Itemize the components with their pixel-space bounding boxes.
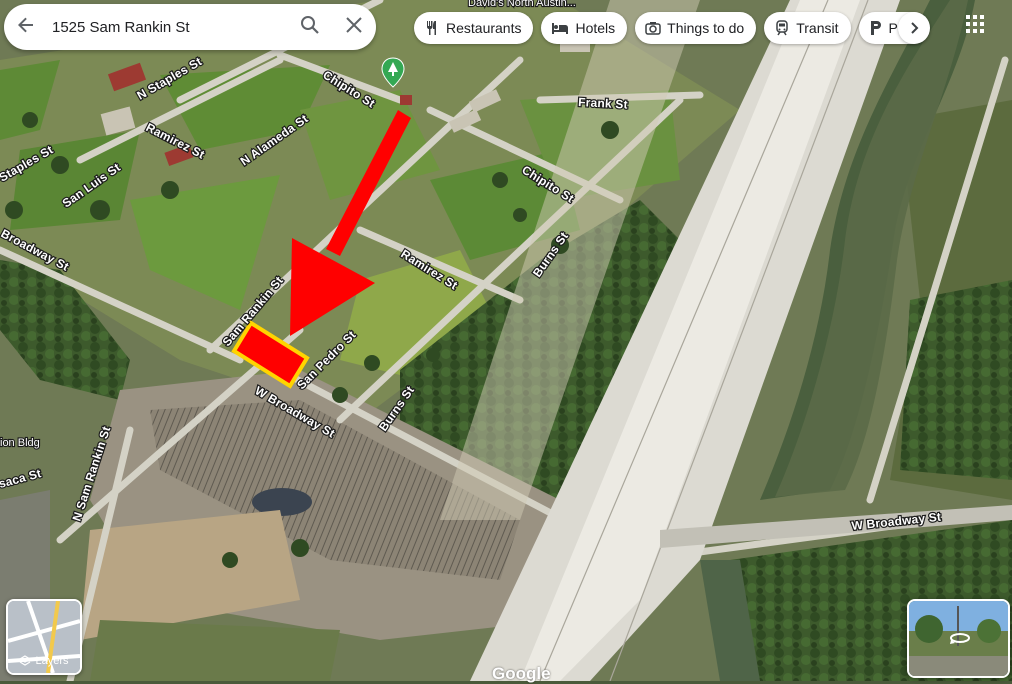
- chip-restaurants[interactable]: Restaurants: [414, 12, 534, 44]
- layers-label-row: Layers: [8, 655, 80, 667]
- chip-things-to-do[interactable]: Things to do: [635, 12, 757, 44]
- chip-transit[interactable]: Transit: [764, 12, 851, 44]
- clear-button[interactable]: [332, 4, 376, 50]
- street-view-thumbnail[interactable]: [907, 599, 1010, 678]
- search-button[interactable]: [288, 4, 332, 50]
- train-icon: [776, 20, 788, 36]
- apps-grid-icon: [966, 15, 984, 33]
- close-icon: [345, 16, 363, 39]
- layers-label: Layers: [35, 655, 69, 667]
- chip-label: Transit: [796, 20, 839, 36]
- street-label: Frank St: [578, 95, 628, 112]
- chip-label: Things to do: [667, 20, 745, 36]
- chip-label: Hotels: [575, 20, 616, 36]
- rotate-360-icon: [950, 633, 970, 644]
- satellite-map[interactable]: N Staples St Chipito St Frank St Ramirez…: [0, 0, 1012, 681]
- chip-hotels[interactable]: Hotels: [541, 12, 628, 44]
- search-box: [4, 4, 376, 50]
- chips-next-button[interactable]: [898, 12, 930, 44]
- chip-label: Restaurants: [446, 20, 522, 36]
- bed-icon: [552, 23, 569, 34]
- poi-label: ion Bldg: [0, 437, 40, 449]
- search-input[interactable]: [48, 7, 288, 47]
- apps-button[interactable]: [964, 13, 986, 35]
- parking-icon: [870, 21, 881, 35]
- arrow-left-icon: [16, 15, 36, 40]
- category-chips: Restaurants Hotels Things to do Transit …: [414, 12, 929, 44]
- search-icon: [300, 15, 320, 40]
- camera-icon: [645, 22, 661, 35]
- fork-knife-icon: [427, 21, 436, 35]
- back-button[interactable]: [4, 4, 48, 50]
- layers-button[interactable]: Layers: [6, 599, 82, 675]
- chevron-right-icon: [911, 22, 919, 34]
- google-logo: Google: [492, 664, 551, 683]
- poi-label: David's North Austin...: [468, 0, 576, 9]
- layers-icon: [19, 655, 32, 666]
